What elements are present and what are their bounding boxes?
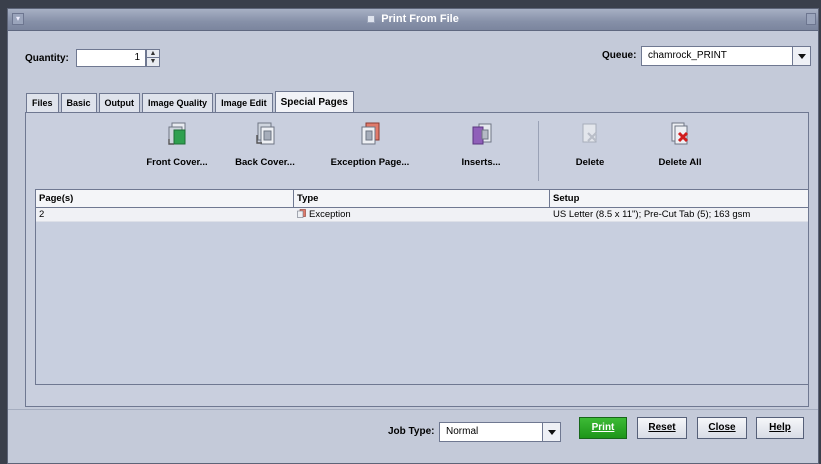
inserts-icon	[472, 123, 492, 145]
delete-all-icon	[671, 122, 689, 145]
stepper-down-icon[interactable]: ▼	[147, 58, 159, 66]
cell-setup: US Letter (8.5 x 11"); Pre-Cut Tab (5); …	[553, 209, 751, 220]
cell-pages: 2	[39, 209, 45, 220]
cell-type-text: Exception	[309, 209, 351, 220]
table-header: Page(s) Type Setup	[36, 190, 808, 208]
job-type-label: Job Type:	[388, 426, 435, 437]
tab-image-edit[interactable]: Image Edit	[215, 93, 273, 113]
quantity-label: Quantity:	[25, 53, 69, 64]
column-header-setup[interactable]: Setup	[550, 190, 808, 207]
tab-files[interactable]: Files	[26, 93, 59, 113]
queue-label: Queue:	[602, 50, 637, 61]
window-control-button[interactable]	[806, 13, 816, 25]
exception-page-icon	[361, 122, 380, 145]
front-cover-icon	[168, 122, 186, 145]
inserts-label: Inserts...	[461, 157, 501, 168]
inserts-button[interactable]: Inserts...	[437, 121, 525, 168]
column-header-pages[interactable]: Page(s)	[36, 190, 294, 207]
tab-bar: Files Basic Output Image Quality Image E…	[26, 91, 354, 113]
special-pages-panel: Front Cover... Back Cover... Exception P…	[25, 112, 809, 407]
print-button[interactable]: Print	[579, 417, 627, 439]
front-cover-button[interactable]: Front Cover...	[133, 121, 221, 168]
window-title: Print From File	[381, 13, 459, 25]
close-button[interactable]: Close	[697, 417, 747, 439]
back-cover-button[interactable]: Back Cover...	[221, 121, 309, 168]
delete-icon	[582, 123, 597, 143]
special-pages-table: Page(s) Type Setup 2 Exception US Letter…	[35, 189, 809, 385]
back-cover-icon	[256, 122, 275, 145]
quantity-input[interactable]: 1	[76, 49, 146, 67]
tab-basic[interactable]: Basic	[60, 93, 97, 113]
printer-title-icon	[367, 15, 376, 23]
exception-type-icon	[297, 209, 306, 218]
print-from-file-window: ▾ Print From File Quantity: 1 ▲ ▼ Queue:…	[7, 8, 819, 464]
delete-label: Delete	[575, 157, 605, 168]
job-type-selected-value: Normal	[446, 426, 479, 437]
footer-divider	[8, 409, 818, 410]
reset-button[interactable]: Reset	[637, 417, 687, 439]
exception-page-button[interactable]: Exception Page...	[326, 121, 414, 168]
tab-image-quality[interactable]: Image Quality	[142, 93, 214, 113]
queue-selected-value: chamrock_PRINT	[648, 50, 727, 61]
chevron-down-icon[interactable]	[792, 47, 810, 65]
help-button[interactable]: Help	[756, 417, 804, 439]
cell-type: Exception	[294, 208, 550, 221]
chevron-down-icon[interactable]	[542, 423, 560, 441]
tab-special-pages[interactable]: Special Pages	[274, 91, 354, 113]
delete-all-button[interactable]: Delete All	[636, 121, 724, 168]
front-cover-label: Front Cover...	[146, 157, 208, 168]
table-row[interactable]: 2 Exception US Letter (8.5 x 11"); Pre-C…	[36, 208, 808, 222]
stepper-up-icon[interactable]: ▲	[147, 50, 159, 58]
delete-button[interactable]: Delete	[546, 121, 634, 168]
queue-select[interactable]: chamrock_PRINT	[641, 46, 811, 66]
toolbar-divider	[538, 121, 539, 181]
delete-all-label: Delete All	[658, 157, 702, 168]
title-bar[interactable]: ▾ Print From File	[8, 9, 818, 31]
quantity-stepper[interactable]: ▲ ▼	[146, 49, 160, 67]
tab-output[interactable]: Output	[98, 93, 141, 113]
column-header-type[interactable]: Type	[294, 190, 550, 207]
back-cover-label: Back Cover...	[235, 157, 295, 168]
exception-page-label: Exception Page...	[330, 157, 410, 168]
job-type-select[interactable]: Normal	[439, 422, 561, 442]
